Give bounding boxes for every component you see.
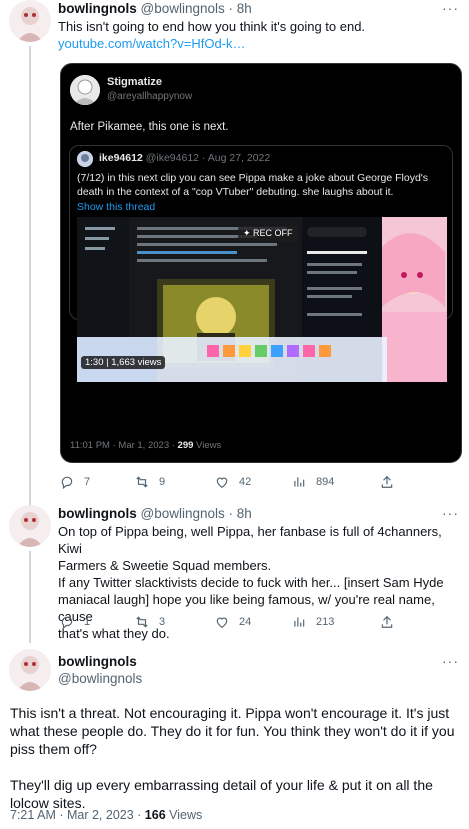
share-button[interactable]	[380, 615, 394, 629]
tweet-3[interactable]: bowlingnols @bowlingnols ··· This isn't …	[0, 643, 469, 829]
share-button[interactable]	[380, 475, 394, 489]
display-name[interactable]: bowlingnols	[58, 1, 137, 16]
tweet-timestamp[interactable]: 7:21 AM · Mar 2, 2023 ·	[10, 808, 141, 822]
quoted-timestamp: 11:01 PM · Mar 1, 2023 · 299 Views	[70, 440, 221, 451]
tweet-text-line: piss them off?	[10, 741, 97, 757]
user-handle[interactable]: @bowlingnols	[58, 671, 142, 686]
nested-text: (7/12) in this next clip you can see Pip…	[77, 172, 429, 198]
thread-line	[29, 551, 31, 643]
display-name[interactable]: bowlingnols	[58, 654, 137, 669]
tweet-text: This isn't going to end how you think it…	[58, 19, 366, 34]
tweet-time[interactable]: 8h	[237, 506, 252, 521]
tweet-text-line: If any Twitter slacktivists decide to fu…	[58, 575, 444, 590]
separator: ·	[228, 506, 234, 521]
quoted-display-name[interactable]: Stigmatize	[107, 76, 162, 88]
reply-count: 1	[84, 616, 91, 628]
tweet-meta: 7:21 AM · Mar 2, 2023 · 166 Views	[10, 808, 202, 822]
video-screenshot[interactable]: 1:30 | 1,663 views	[77, 217, 447, 382]
heart-icon	[216, 617, 228, 628]
user-handle[interactable]: @bowlingnols	[141, 1, 225, 16]
reply-button[interactable]: 7	[60, 475, 90, 489]
tweet-text-line: On top of Pippa being, well Pippa, her f…	[58, 524, 442, 556]
nested-quote[interactable]: ike94612 @ike94612 · Aug 27, 2022 (7/12)…	[69, 145, 453, 382]
avatar[interactable]	[9, 0, 51, 42]
retweet-icon	[136, 616, 148, 628]
retweet-count: 9	[159, 476, 166, 488]
tweet-1[interactable]: bowlingnols @bowlingnols · 8h ··· This i…	[0, 0, 469, 508]
thread-line	[29, 46, 31, 508]
tweet-views-label: Views	[169, 808, 203, 822]
rec-badge: ✦ REC OFF	[238, 226, 298, 241]
retweet-button[interactable]: 3	[135, 615, 165, 629]
tweet-text-line: Farmers & Sweetie Squad members.	[58, 558, 272, 573]
video-views-badge: 1:30 | 1,663 views	[81, 356, 166, 369]
tweet-time[interactable]: 8h	[237, 1, 252, 16]
retweet-count: 3	[159, 616, 166, 628]
retweet-button[interactable]: 9	[135, 475, 165, 489]
avatar[interactable]	[9, 505, 51, 547]
reply-icon	[61, 616, 73, 629]
nested-display-name[interactable]: ike94612	[99, 152, 143, 164]
youtube-link[interactable]: youtube.com/watch?v=HfOd-k…	[58, 35, 365, 52]
view-count: 894	[316, 476, 335, 488]
like-button[interactable]: 24	[215, 615, 251, 629]
reply-icon	[61, 476, 73, 489]
analytics-icon	[294, 617, 305, 627]
like-count: 42	[239, 476, 252, 488]
share-icon	[381, 475, 393, 488]
quoted-time[interactable]: 11:01 PM · Mar 1, 2023 ·	[70, 440, 175, 451]
view-count: 213	[316, 616, 335, 628]
avatar[interactable]	[9, 649, 51, 691]
nested-date: · Aug 27, 2022	[201, 152, 271, 164]
nested-avatar[interactable]	[77, 151, 93, 167]
more-options-icon[interactable]: ···	[442, 0, 459, 16]
tweet-text-line: This isn't a threat. Not encouraging it.…	[10, 705, 450, 721]
action-bar: 7 9 42 894	[60, 475, 460, 495]
like-button[interactable]: 42	[215, 475, 251, 489]
quoted-avatar[interactable]	[70, 75, 100, 105]
heart-icon	[216, 477, 228, 488]
reply-count: 7	[84, 476, 91, 488]
quoted-views-label: Views	[196, 440, 222, 451]
share-icon	[381, 615, 393, 628]
user-handle[interactable]: @bowlingnols	[141, 506, 225, 521]
views-button[interactable]: 894	[292, 475, 334, 489]
views-button[interactable]: 213	[292, 615, 334, 629]
like-count: 24	[239, 616, 252, 628]
quoted-views-count: 299	[177, 440, 194, 451]
display-name[interactable]: bowlingnols	[58, 506, 137, 521]
tweet-views-count: 166	[144, 808, 166, 822]
quoted-text: After Pikamee, this one is next.	[70, 121, 229, 133]
analytics-icon	[294, 477, 305, 487]
more-options-icon[interactable]: ···	[442, 505, 459, 521]
tweet-text-line: what these people do. They do it for fun…	[10, 723, 455, 739]
quoted-handle[interactable]: @areyallhappynow	[107, 91, 192, 102]
tweet-2[interactable]: bowlingnols @bowlingnols · 8h ··· On top…	[0, 505, 469, 643]
show-thread-link[interactable]: Show this thread	[77, 201, 155, 213]
reply-button[interactable]: 1	[60, 615, 90, 629]
action-bar: 1 3 24 213	[60, 615, 460, 635]
nested-handle[interactable]: @ike94612	[146, 152, 199, 164]
more-options-icon[interactable]: ···	[442, 653, 459, 669]
separator: ·	[228, 1, 234, 16]
retweet-icon	[136, 476, 148, 488]
quoted-tweet[interactable]: Stigmatize @areyallhappynow After Pikame…	[60, 63, 462, 463]
tweet-text-line: They'll dig up every embarrassing detail…	[10, 777, 433, 793]
